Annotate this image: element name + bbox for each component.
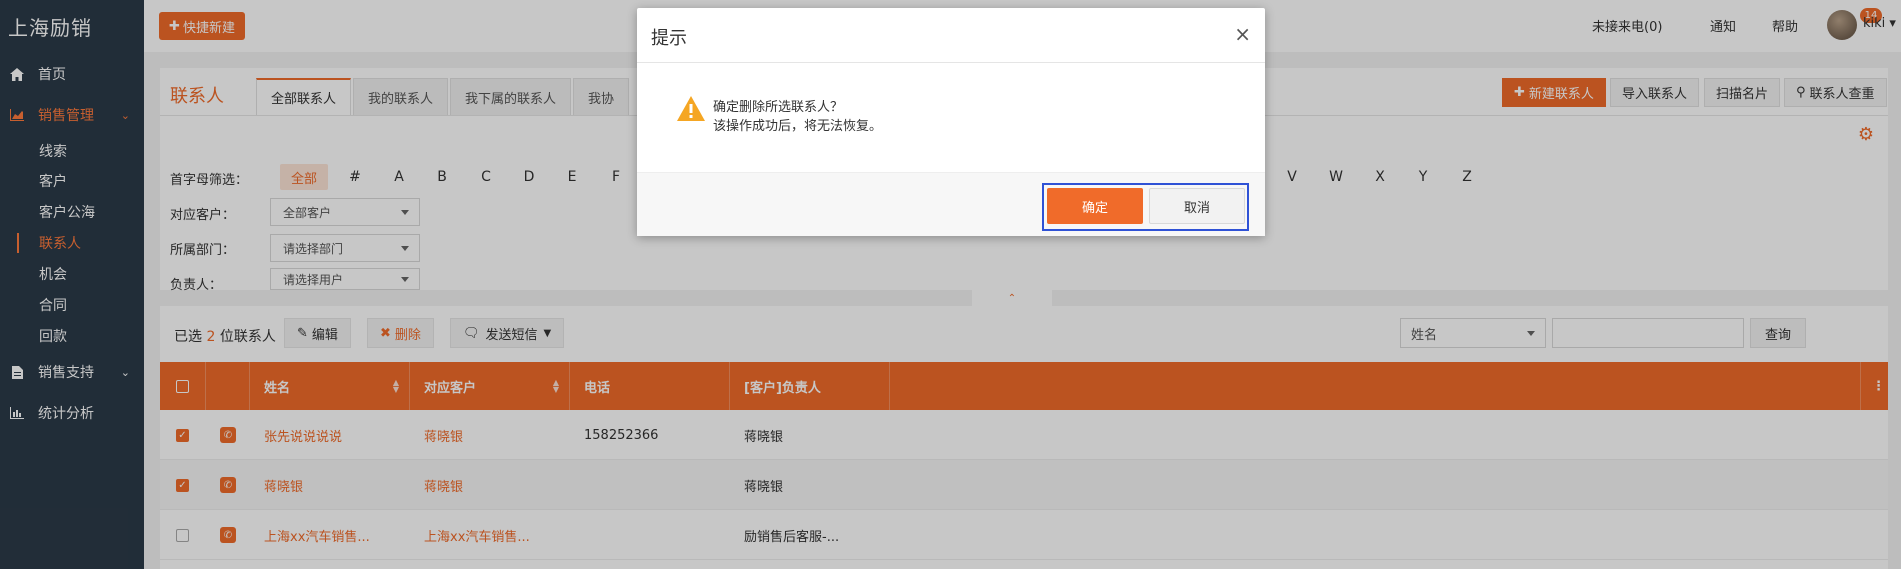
- dialog-footer: 确定 取消: [637, 172, 1265, 236]
- dialog-message-line2: 该操作成功后，将无法恢复。: [713, 119, 883, 134]
- dialog-message: 确定删除所选联系人？ 该操作成功后，将无法恢复。: [713, 98, 882, 136]
- dialog-title: 提示: [651, 28, 687, 49]
- confirm-delete-dialog: 提示 × 确定删除所选联系人？ 该操作成功后，将无法恢复。 确定 取消: [637, 8, 1265, 236]
- close-icon[interactable]: ×: [1234, 22, 1251, 46]
- warning-icon: [677, 96, 705, 125]
- dialog-message-line1: 确定删除所选联系人？: [713, 100, 844, 115]
- dialog-header: 提示 ×: [637, 8, 1265, 63]
- cancel-button[interactable]: 取消: [1149, 188, 1245, 224]
- confirm-button[interactable]: 确定: [1047, 188, 1143, 224]
